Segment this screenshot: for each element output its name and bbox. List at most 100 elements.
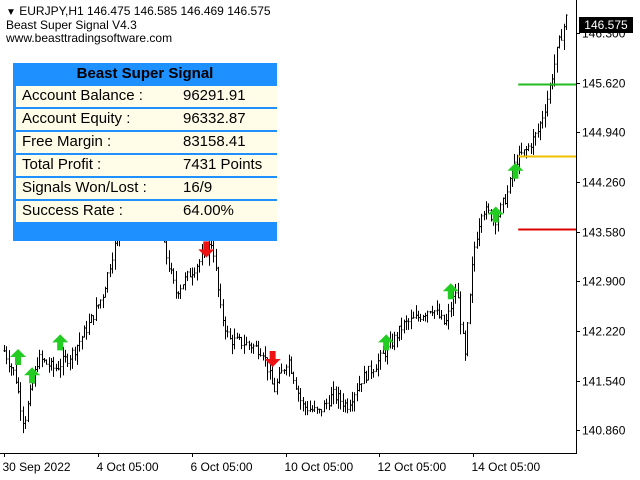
ohlc-bar [10,363,13,376]
ohlc-bar [370,360,373,380]
stat-row-balance: Account Balance : 96291.91 [16,85,277,107]
ohlc-bar [464,330,467,361]
ohlc-bar [309,400,312,412]
ohlc-bar [306,400,309,416]
ohlc-bar [226,325,229,338]
ohlc-bar [332,381,335,405]
panel-title: Beast Super Signal [76,65,214,82]
ohlc-bar [436,300,439,316]
ohlc-bar [262,352,265,361]
stat-row-free-margin: Free Margin : 83158.41 [16,131,277,153]
ohlc-bar [396,332,399,348]
ohlc-bar [257,340,260,360]
buy-arrow-icon [507,162,524,179]
website-text: www.beasttradingsoftware.com [6,31,173,45]
ohlc-bar [323,400,326,413]
ohlc-bar [447,303,450,330]
ohlc-bar [410,309,413,330]
ohlc-bar [433,310,436,319]
ohlc-bar [544,104,547,128]
ohlc-bar [502,197,505,214]
ohlc-bar [283,369,286,375]
ohlc-bar [353,392,356,412]
price-tick-label: 144.940 [582,126,626,140]
ohlc-bar [175,271,178,299]
ohlc-bar [196,263,199,281]
buy-arrow-icon [442,283,459,300]
stat-label: Free Margin : [22,133,112,150]
ohlc-bar [313,400,316,413]
ohlc-bar [88,313,91,335]
ohlc-bar [170,262,173,275]
ohlc-bar [469,293,472,325]
ohlc-bar [549,82,552,104]
ohlc-bar [339,389,342,410]
ohlc-bar [520,142,523,155]
time-tick-label: 30 Sep 2022 [3,460,71,474]
ohlc-bar [95,297,98,321]
ohlc-bar [487,203,490,214]
buy-arrow-icon [487,206,504,223]
ohlc-bar [480,213,483,233]
ohlc-bar [337,386,340,409]
buy-arrow-icon [378,334,395,351]
time-tick-label: 6 Oct 05:00 [191,460,253,474]
indicator-name: Beast Super Signal V4.3 [6,18,137,32]
ohlc-bar [438,303,441,319]
ohlc-bar [363,365,366,385]
ohlc-bar [541,110,544,129]
ohlc-bar [417,310,420,322]
ohlc-bar [403,319,406,334]
ohlc-bar [483,211,486,221]
ohlc-bar [99,299,102,309]
ohlc-bar [565,14,568,31]
ohlc-bar [415,305,418,319]
time-tick-label: 10 Oct 05:00 [285,460,354,474]
price-tick-label: 143.580 [582,226,626,240]
ohlc-bar [273,377,276,393]
buy-arrow-icon [52,334,69,351]
stats-panel: Beast Super Signal Account Balance : 962… [13,63,277,241]
ohlc-bar [506,185,509,208]
ohlc-bar [97,304,100,309]
ohlc-bar [325,398,328,410]
ohlc-bar [473,241,476,272]
ohlc-bar [69,355,72,371]
ohlc-bar [8,350,11,373]
ohlc-bar [558,35,561,49]
ohlc-bar [551,74,554,90]
ohlc-bar [304,401,307,416]
ohlc-bar [52,356,55,377]
ohlc-bar [17,377,20,394]
ohlc-bar [356,383,359,402]
symbol-info-line: ▼ EURJPY,H1 146.475 146.585 146.469 146.… [6,4,271,18]
ohlc-bar [74,346,77,361]
stat-value: 16/9 [183,179,213,196]
ohlc-bar [27,400,30,423]
ohlc-bar [106,271,109,293]
ohlc-bar [252,343,255,354]
stat-value: 7431 Points [183,156,263,173]
triangle-down-icon[interactable]: ▼ [6,7,16,18]
ohlc-bar [168,250,171,272]
ohlc-bar [276,378,279,395]
ohlc-bar [462,321,465,334]
stat-label: Signals Won/Lost : [22,179,147,196]
stat-value: 83158.41 [183,133,246,150]
ohlc-bar [553,54,556,87]
ohlc-bar [556,46,559,73]
ohlc-bar [539,121,542,141]
ohlc-bar [278,367,281,384]
ohlc-bar [398,325,401,342]
stat-row-equity: Account Equity : 96332.87 [16,108,277,130]
ohlc-bar [182,284,185,290]
ohlc-bar [55,363,58,372]
ohlc-bar [114,239,117,270]
ohlc-bar [328,395,331,411]
ohlc-bar [422,314,425,322]
ohlc-bar [330,386,333,407]
ohlc-bar [297,385,300,402]
ohlc-bar [290,356,293,375]
ohlc-bar [527,143,530,152]
ohlc-bar [22,406,25,434]
